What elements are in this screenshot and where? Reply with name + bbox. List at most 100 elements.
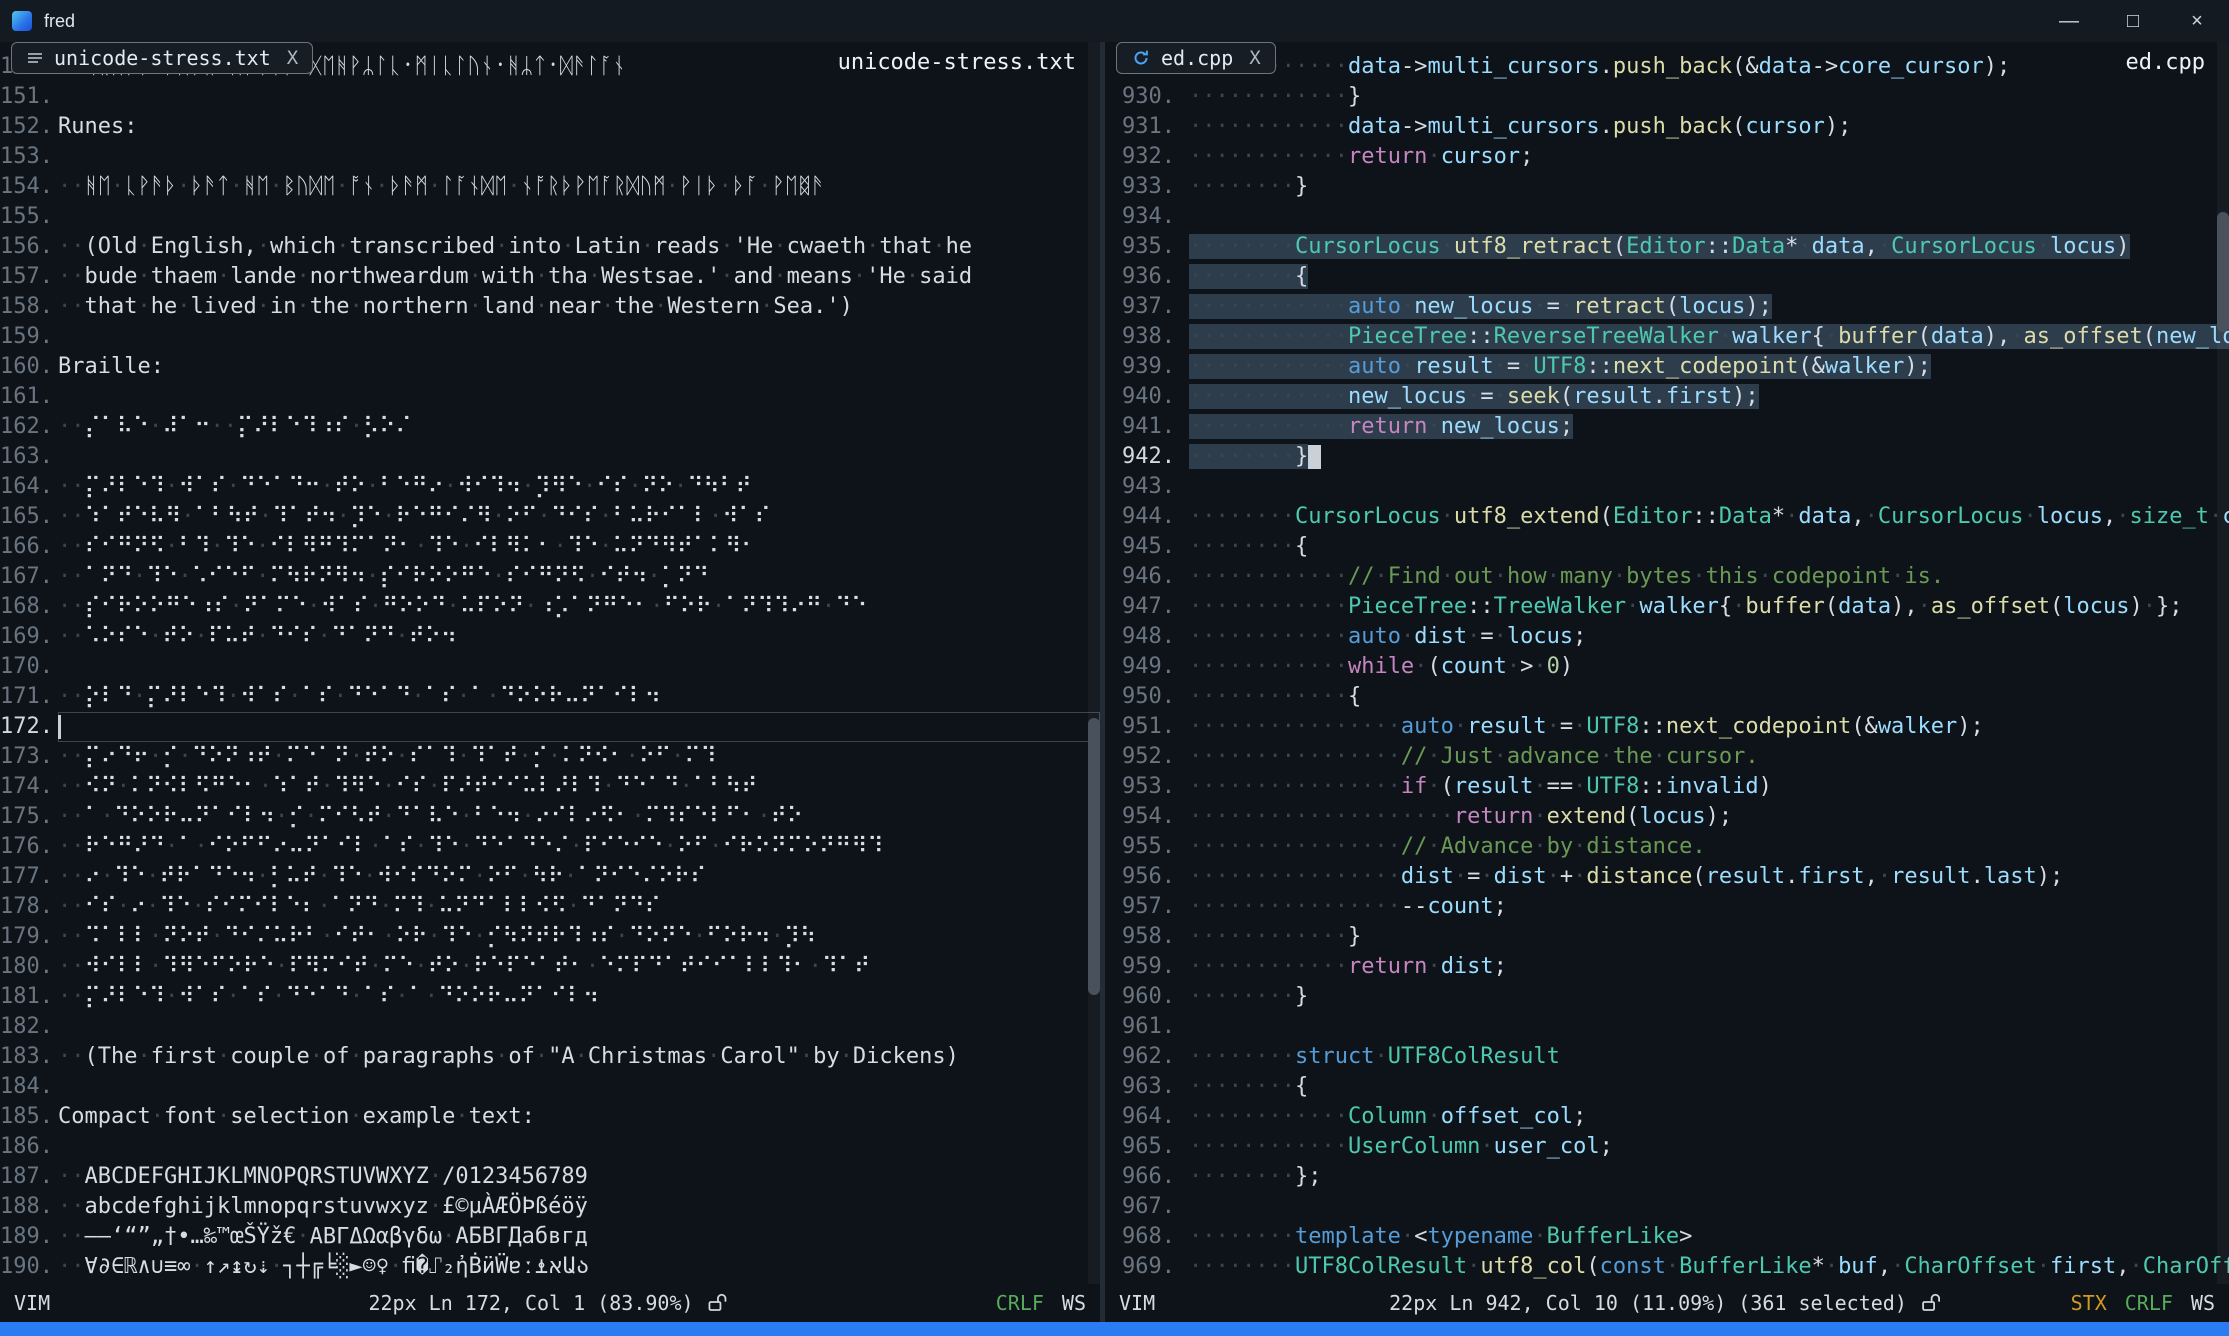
code-line[interactable]: 951.················auto·result·=·UTF8::… xyxy=(1105,712,2229,742)
text-file-icon xyxy=(26,48,44,68)
code-line[interactable]: 163. xyxy=(0,442,1100,472)
code-line[interactable]: 174.··⠪⠝·⠅⠝⠪⠇⠫⠛⠑⠂·⠱⠁⠞·⠹⠻⠑·⠊⠎·⠏⠜⠞⠊⠊⠥⠇⠜⠇⠹·… xyxy=(0,772,1100,802)
code-line[interactable]: 959.············return·dist; xyxy=(1105,952,2229,982)
tab-close-button[interactable]: X xyxy=(1249,47,1260,69)
code-line[interactable]: 189.··–—‘“”„†•…‰™œŠŸž€·ΑΒΓΔΩαβγδω·АБВГДа… xyxy=(0,1222,1100,1252)
code-line[interactable]: 962.········struct·UTF8ColResult xyxy=(1105,1042,2229,1072)
code-line[interactable]: 175.··⠁·⠙⠕⠕⠗⠤⠝⠁⠊⠇⠲·⡊·⠍⠊⠣⠞·⠙⠁⠧⠑·⠃⠑⠲·⠔⠊⠇⠔⠫… xyxy=(0,802,1100,832)
text-cursor xyxy=(58,715,61,739)
code-line[interactable]: 157.··bude·thaem·lande·northweardum·with… xyxy=(0,262,1100,292)
code-line[interactable]: 159. xyxy=(0,322,1100,352)
code-line[interactable]: 930.············} xyxy=(1105,82,2229,112)
code-line[interactable]: 162.··⡌⠁⠧⠑·⠼⠁⠒··⡍⠜⠇⠑⠹⠰⠎·⡣⠕⠌ xyxy=(0,412,1100,442)
code-line[interactable]: 186. xyxy=(0,1132,1100,1162)
code-line[interactable]: 955.················//·Advance·by·distan… xyxy=(1105,832,2229,862)
code-line[interactable]: 936.········{ xyxy=(1105,262,2229,292)
code-line[interactable]: 945.········{ xyxy=(1105,532,2229,562)
left-editor-text[interactable]: 150.··ᛋᚳᛖᚪᛚ᛫ᚦᛖᚪᚻ᛫ᛗᚪᚾᚾᚪ᛫ᚷᛖᚻᚹᛦᛚᚳ᛫ᛗᛁᚳᛚᚢᚾ᛫ᚻᛦ… xyxy=(0,42,1100,1284)
left-scrollbar[interactable] xyxy=(1088,42,1100,1284)
code-line[interactable]: 953.················if·(result·==·UTF8::… xyxy=(1105,772,2229,802)
right-scrollbar-thumb[interactable] xyxy=(2217,212,2229,332)
code-line[interactable]: 173.··⡍⠔⠙⠖·⡊·⠙⠕⠝⠰⠞·⠍⠑⠁⠝·⠞⠕·⠎⠁⠹·⠹⠁⠞·⡊·⠅⠝⠪… xyxy=(0,742,1100,772)
code-line[interactable]: 943. xyxy=(1105,472,2229,502)
code-line[interactable]: 938.············PieceTree::ReverseTreeWa… xyxy=(1105,322,2229,352)
right-scrollbar[interactable] xyxy=(2217,42,2229,1284)
maximize-button[interactable]: □ xyxy=(2101,0,2165,42)
code-line[interactable]: 160.Braille: xyxy=(0,352,1100,382)
left-statusbar: VIM 22px Ln 172, Col 1 (83.90%) CRLF WS xyxy=(0,1284,1100,1322)
code-line[interactable]: 151. xyxy=(0,82,1100,112)
code-line[interactable]: 940.············new_locus·=·seek(result.… xyxy=(1105,382,2229,412)
code-line[interactable]: 949.············while·(count·>·0) xyxy=(1105,652,2229,682)
code-line[interactable]: 948.············auto·dist·=·locus; xyxy=(1105,622,2229,652)
code-line[interactable]: 942.········} xyxy=(1105,442,2229,472)
code-line[interactable]: 964.············Column·offset_col; xyxy=(1105,1102,2229,1132)
code-line[interactable]: 165.··⠱⠁⠞⠑⠧⠻·⠁⠃⠳⠞·⠹⠁⠞⠲·⡹⠑·⠗⠑⠛⠊⠌⠻·⠕⠋·⠙⠊⠎·… xyxy=(0,502,1100,532)
right-pane[interactable]: 929.············data->multi_cursors.push… xyxy=(1100,42,2229,1322)
tab-ed-cpp[interactable]: ed.cpp X xyxy=(1116,42,1276,74)
code-line[interactable]: 963.········{ xyxy=(1105,1072,2229,1102)
code-line[interactable]: 172. xyxy=(0,712,1100,742)
code-line[interactable]: 954.····················return·extend(lo… xyxy=(1105,802,2229,832)
code-line[interactable]: 190.··∀∂∈ℝ∧∪≡∞·↑↗↨↻⇣·┐┼╔╘░►☺♀·ﬁ�⑀₂ἠḂӥẄɐː… xyxy=(0,1252,1100,1282)
code-line[interactable]: 966.········}; xyxy=(1105,1162,2229,1192)
code-line[interactable]: 183.··(The·first·couple·of·paragraphs·of… xyxy=(0,1042,1100,1072)
code-line[interactable]: 967. xyxy=(1105,1192,2229,1222)
code-line[interactable]: 188.··abcdefghijklmnopqrstuvwxyz·£©µÀÆÖÞ… xyxy=(0,1192,1100,1222)
code-line[interactable]: 952.················//·Just·advance·the·… xyxy=(1105,742,2229,772)
code-line[interactable]: 185.Compact·font·selection·example·text: xyxy=(0,1102,1100,1132)
code-line[interactable]: 932.············return·cursor; xyxy=(1105,142,2229,172)
code-line[interactable]: 965.············UserColumn·user_col; xyxy=(1105,1132,2229,1162)
code-line[interactable]: 171.··⡕⠇⠙·⡍⠜⠇⠑⠹·⠺⠁⠎·⠁⠎·⠙⠑⠁⠙·⠁⠎·⠁·⠙⠕⠕⠗⠤⠝⠁… xyxy=(0,682,1100,712)
code-line[interactable]: 947.············PieceTree::TreeWalker·wa… xyxy=(1105,592,2229,622)
right-editor-text[interactable]: 929.············data->multi_cursors.push… xyxy=(1105,42,2229,1284)
code-line[interactable]: 937.············auto·new_locus·=·retract… xyxy=(1105,292,2229,322)
code-line[interactable]: 169.··⠡⠕⠎⠑·⠞⠕·⠏⠥⠞·⠙⠊⠎·⠙⠁⠝⠙·⠞⠕⠲ xyxy=(0,622,1100,652)
code-line[interactable]: 958.············} xyxy=(1105,922,2229,952)
code-line[interactable]: 181.··⡍⠜⠇⠑⠹·⠺⠁⠎·⠁⠎·⠙⠑⠁⠙·⠁⠎·⠁·⠙⠕⠕⠗⠤⠝⠁⠊⠇⠲ xyxy=(0,982,1100,1012)
code-line[interactable]: 187.··ABCDEFGHIJKLMNOPQRSTUVWXYZ·/012345… xyxy=(0,1162,1100,1192)
code-line[interactable]: 153. xyxy=(0,142,1100,172)
code-line[interactable]: 934. xyxy=(1105,202,2229,232)
left-scrollbar-thumb[interactable] xyxy=(1088,718,1100,995)
code-line[interactable]: 969.········UTF8ColResult·utf8_col(const… xyxy=(1105,1252,2229,1282)
code-line[interactable]: 946.············//·Find·out·how·many·byt… xyxy=(1105,562,2229,592)
code-line[interactable]: 158.··that·he·lived·in·the·northern·land… xyxy=(0,292,1100,322)
code-line[interactable]: 168.··⡎⠊⠗⠕⠕⠛⠑⠰⠎·⠝⠁⠍⠑·⠺⠁⠎·⠛⠕⠕⠙·⠥⠏⠕⠝·⠰⡡⠁⠝⠛… xyxy=(0,592,1100,622)
code-line[interactable]: 155. xyxy=(0,202,1100,232)
close-button[interactable]: × xyxy=(2165,0,2229,42)
code-line[interactable]: 968.········template·<typename·BufferLik… xyxy=(1105,1222,2229,1252)
code-line[interactable]: 184. xyxy=(0,1072,1100,1102)
code-line[interactable]: 166.··⠎⠊⠛⠝⠫·⠃⠹·⠹⠑·⠊⠇⠻⠛⠹⠍⠁⠝⠂·⠹⠑·⠊⠇⠻⠅⠂·⠹⠑·… xyxy=(0,532,1100,562)
code-line[interactable]: 156.··(Old·English,·which·transcribed·in… xyxy=(0,232,1100,262)
code-line[interactable]: 176.··⠗⠑⠛⠜⠙·⠁·⠊⠕⠋⠋⠔⠤⠝⠁⠊⠇·⠁⠎·⠹⠑·⠙⠑⠁⠙⠑⠌·⠏⠊… xyxy=(0,832,1100,862)
code-line[interactable]: 154.··ᚻᛖ·ᚳᚹᚫᚦ·ᚦᚫᛏ·ᚻᛖ·ᛒᚢᛞᛖ·ᚩᚾ·ᚦᚫᛗ·ᛚᚪᚾᛞᛖ·ᚾ… xyxy=(0,172,1100,202)
unlock-icon[interactable] xyxy=(1921,1293,1945,1313)
minimize-button[interactable]: — xyxy=(2037,0,2101,42)
code-line[interactable]: 961. xyxy=(1105,1012,2229,1042)
code-line[interactable]: 164.··⡍⠜⠇⠑⠹·⠺⠁⠎·⠙⠑⠁⠙⠒·⠞⠕·⠃⠑⠛⠔·⠺⠊⠹⠲·⡹⠻⠑·⠊… xyxy=(0,472,1100,502)
code-line[interactable]: 935.········CursorLocus·utf8_retract(Edi… xyxy=(1105,232,2229,262)
code-line[interactable]: 182. xyxy=(0,1012,1100,1042)
code-line[interactable]: 956.················dist·=·dist·+·distan… xyxy=(1105,862,2229,892)
code-line[interactable]: 167.··⠁⠝⠙·⠹⠑·⠡⠊⠑⠋·⠍⠳⠗⠝⠻⠲·⡎⠊⠗⠕⠕⠛⠑·⠎⠊⠛⠝⠫·⠊… xyxy=(0,562,1100,592)
tab-close-button[interactable]: X xyxy=(287,47,298,69)
code-line[interactable]: 177.··⠔·⠹⠑·⠞⠗⠁⠙⠑⠲·⡃⠥⠞·⠹⠑·⠺⠊⠎⠙⠕⠍·⠕⠋·⠳⠗·⠁⠝… xyxy=(0,862,1100,892)
code-line[interactable]: 931.············data->multi_cursors.push… xyxy=(1105,112,2229,142)
code-line[interactable]: 941.············return·new_locus; xyxy=(1105,412,2229,442)
code-line[interactable]: 170. xyxy=(0,652,1100,682)
tab-unicode-stress-txt[interactable]: unicode-stress.txt X xyxy=(11,42,313,74)
code-line[interactable]: 950.············{ xyxy=(1105,682,2229,712)
code-line[interactable]: 180.··⠺⠊⠇⠇·⠹⠻⠑⠋⠕⠗⠑·⠏⠻⠍⠊⠞·⠍⠑·⠞⠕·⠗⠑⠏⠑⠁⠞⠂·⠑… xyxy=(0,952,1100,982)
code-line[interactable]: 178.··⠊⠎·⠔·⠹⠑·⠎⠊⠍⠊⠇⠑⠆·⠁⠝⠙·⠍⠹·⠥⠝⠙⠁⠇⠇⠪⠫·⠙⠁… xyxy=(0,892,1100,922)
code-line[interactable]: 161. xyxy=(0,382,1100,412)
left-pane[interactable]: 150.··ᛋᚳᛖᚪᛚ᛫ᚦᛖᚪᚻ᛫ᛗᚪᚾᚾᚪ᛫ᚷᛖᚻᚹᛦᛚᚳ᛫ᛗᛁᚳᛚᚢᚾ᛫ᚻᛦ… xyxy=(0,42,1100,1322)
code-line[interactable]: 152.Runes: xyxy=(0,112,1100,142)
code-line[interactable]: 957.················--count; xyxy=(1105,892,2229,922)
code-line[interactable]: 179.··⠩⠁⠇⠇·⠝⠕⠞·⠙⠊⠌⠥⠗⠃·⠊⠞⠂·⠕⠗·⠹⠑·⡊⠳⠝⠞⠗⠹⠰⠎… xyxy=(0,922,1100,952)
code-line[interactable]: 944.········CursorLocus·utf8_extend(Edit… xyxy=(1105,502,2229,532)
unlock-icon[interactable] xyxy=(708,1293,732,1313)
code-line[interactable]: 933.········} xyxy=(1105,172,2229,202)
code-line[interactable]: 939.············auto·result·=·UTF8::next… xyxy=(1105,352,2229,382)
code-line[interactable]: 960.········} xyxy=(1105,982,2229,1012)
